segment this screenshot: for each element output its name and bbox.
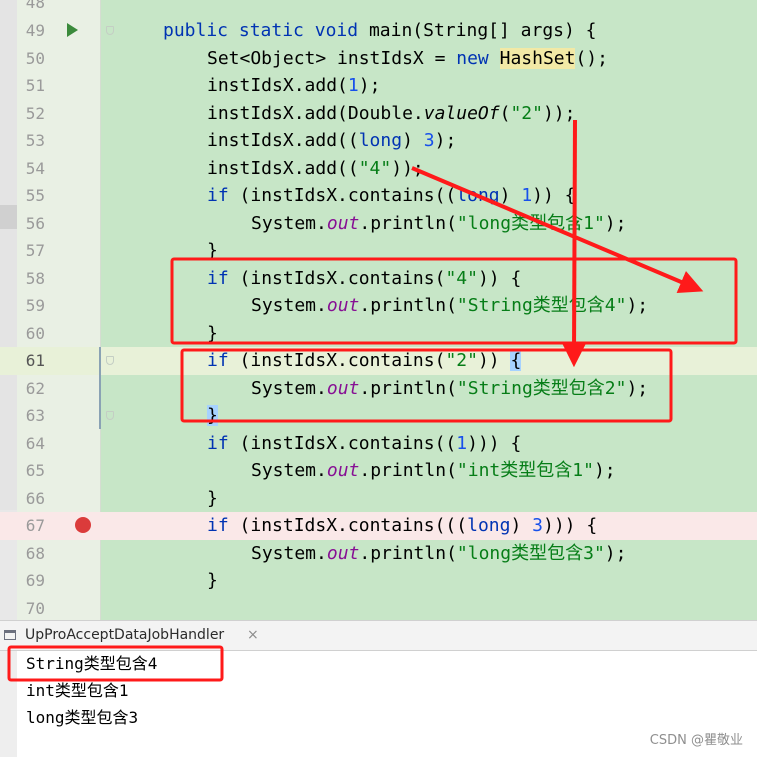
code-text: } [207,488,218,509]
code-text: if (instIdsX.contains(((long) 3))) { [207,515,598,536]
code-text: public static void main(String[] args) { [163,20,597,41]
line-number: 52 [25,104,45,123]
line-number: 64 [25,434,45,453]
code-line[interactable]: 58 if (instIdsX.contains("4")) { [0,265,757,293]
code-line[interactable]: 69 } [0,567,757,595]
line-number: 49 [25,21,45,40]
code-text: Set<Object> instIdsX = new HashSet(); [207,48,608,69]
code-line[interactable]: 59 System.out.println("String类型包含4"); [0,292,757,320]
code-text: } [207,405,218,426]
code-line-breakpoint[interactable]: 67 if (instIdsX.contains(((long) 3))) { [0,512,757,540]
code-text: if (instIdsX.contains("2")) { [207,350,522,371]
line-number: 68 [25,544,45,563]
fold-icon[interactable] [106,411,114,420]
breakpoint-icon[interactable] [75,517,91,533]
code-line[interactable]: 56 System.out.println("long类型包含1"); [0,210,757,238]
line-number: 60 [25,324,45,343]
code-line[interactable]: 54 instIdsX.add(("4")); [0,155,757,183]
line-number: 55 [25,186,45,205]
code-text: instIdsX.add(("4")); [207,158,424,179]
line-number: 56 [25,214,45,233]
line-number: 67 [25,516,45,535]
code-line[interactable]: 65 System.out.println("int类型包含1"); [0,457,757,485]
code-text: } [207,323,218,344]
code-text: } [207,240,218,261]
fold-icon[interactable] [106,356,114,365]
console-output[interactable]: String类型包含4 int类型包含1 long类型包含3 CSDN @瞿敬业 [0,651,757,757]
line-number: 51 [25,76,45,95]
code-text: System.out.println("int类型包含1"); [251,460,616,481]
code-line[interactable]: 68 System.out.println("long类型包含3"); [0,540,757,568]
line-number: 63 [25,406,45,425]
line-number: 53 [25,131,45,150]
line-number: 70 [25,599,45,618]
line-number: 66 [25,489,45,508]
line-number: 57 [25,241,45,260]
line-number: 69 [25,571,45,590]
line-number: 58 [25,269,45,288]
code-text: } [207,570,218,591]
code-line-current[interactable]: 61 if (instIdsX.contains("2")) { [0,347,757,375]
code-line[interactable]: 66 } [0,485,757,513]
code-editor[interactable]: 48 49 public static void main(String[] a… [0,0,757,620]
close-icon[interactable]: × [247,627,259,643]
code-line[interactable]: 53 instIdsX.add((long) 3); [0,127,757,155]
code-text: System.out.println("String类型包含4"); [251,295,649,316]
code-line[interactable]: 49 public static void main(String[] args… [0,17,757,45]
code-text: if (instIdsX.contains("4")) { [207,268,522,289]
code-line[interactable]: 60 } [0,320,757,348]
code-text: if (instIdsX.contains((1))) { [207,433,522,454]
code-line[interactable]: 62 System.out.println("String类型包含2"); [0,375,757,403]
code-text: if (instIdsX.contains((long) 1)) { [207,185,576,206]
line-number: 54 [25,159,45,178]
line-number: 61 [25,351,45,370]
tab-run-config[interactable]: UpProAcceptDataJobHandler [25,627,224,643]
code-text: System.out.println("String类型包含2"); [251,378,649,399]
console-gutter [0,651,17,757]
code-line[interactable]: 48 [0,0,757,17]
line-number: 62 [25,379,45,398]
change-marker [99,347,101,429]
code-text: instIdsX.add(1); [207,75,381,96]
code-line[interactable]: 70 [0,595,757,620]
code-line[interactable]: 57 } [0,237,757,265]
console-line: long类型包含3 [26,708,139,727]
code-line[interactable]: 64 if (instIdsX.contains((1))) { [0,430,757,458]
watermark: CSDN @瞿敬业 [649,733,743,748]
code-line[interactable]: 50 Set<Object> instIdsX = new HashSet(); [0,45,757,73]
console-line: int类型包含1 [26,681,129,700]
code-text: System.out.println("long类型包含1"); [251,213,627,234]
code-text: System.out.println("long类型包含3"); [251,543,627,564]
line-number: 50 [25,49,45,68]
run-gutter-icon[interactable] [67,23,78,37]
code-line[interactable]: 63 } [0,402,757,430]
code-line[interactable]: 55 if (instIdsX.contains((long) 1)) { [0,182,757,210]
code-text: instIdsX.add(Double.valueOf("2")); [207,103,576,124]
code-text: instIdsX.add((long) 3); [207,130,457,151]
console-window-icon [4,630,16,640]
console-line: String类型包含4 [26,654,158,673]
code-line[interactable]: 51 instIdsX.add(1); [0,72,757,100]
line-number: 48 [25,0,45,12]
fold-icon[interactable] [106,26,114,35]
line-number: 65 [25,461,45,480]
code-line[interactable]: 52 instIdsX.add(Double.valueOf("2")); [0,100,757,128]
line-number: 59 [25,296,45,315]
run-console-tabbar: UpProAcceptDataJobHandler × [0,620,757,651]
